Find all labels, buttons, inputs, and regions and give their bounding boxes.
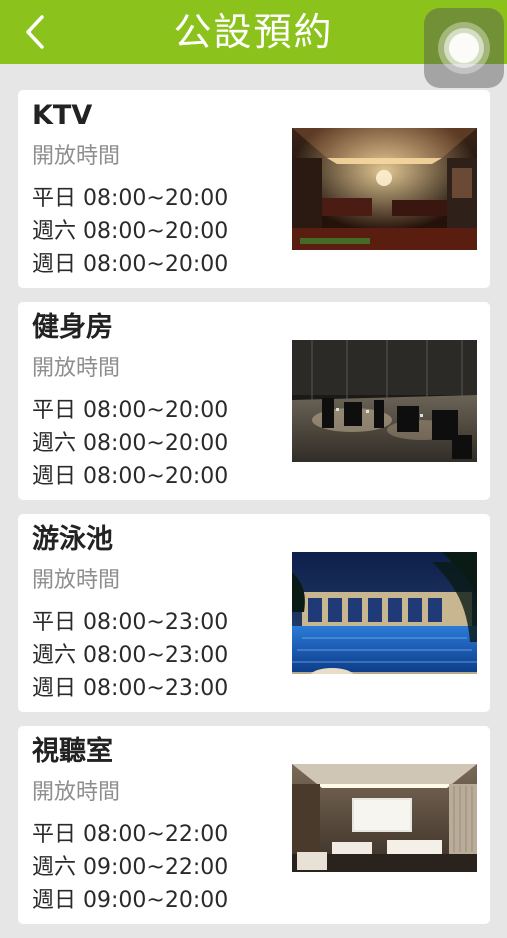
facility-name: 視聽室 [32, 736, 113, 767]
hours-label: 開放時間 [32, 144, 121, 169]
saturday-hours: 週六 09:00~22:00 [32, 855, 229, 880]
facility-card-pool[interactable]: 游泳池 開放時間 平日 08:00~23:00 週六 08:00~23:00 週… [18, 514, 490, 712]
saturday-hours: 週六 08:00~20:00 [32, 219, 229, 244]
sunday-hours: 週日 08:00~23:00 [32, 676, 229, 701]
facility-list: KTV 開放時間 平日 08:00~20:00 週六 08:00~20:00 週… [18, 90, 490, 938]
pool-photo [292, 552, 477, 674]
weekday-hours: 平日 08:00~22:00 [32, 822, 229, 847]
theater-photo [292, 764, 477, 886]
facility-card-gym[interactable]: 健身房 開放時間 平日 08:00~20:00 週六 08:00~20:00 週… [18, 302, 490, 500]
assistive-touch-icon [449, 33, 479, 63]
hours-label: 開放時間 [32, 780, 121, 805]
facility-name: KTV [32, 100, 93, 131]
saturday-hours: 週六 08:00~23:00 [32, 643, 229, 668]
assistive-touch-button[interactable] [424, 8, 504, 88]
weekday-hours: 平日 08:00~20:00 [32, 398, 229, 423]
gym-photo [292, 340, 477, 462]
sunday-hours: 週日 08:00~20:00 [32, 252, 229, 277]
weekday-hours: 平日 08:00~23:00 [32, 610, 229, 635]
weekday-hours: 平日 08:00~20:00 [32, 186, 229, 211]
facility-card-ktv[interactable]: KTV 開放時間 平日 08:00~20:00 週六 08:00~20:00 週… [18, 90, 490, 288]
facility-card-theater[interactable]: 視聽室 開放時間 平日 08:00~22:00 週六 09:00~22:00 週… [18, 726, 490, 924]
facility-name: 健身房 [32, 312, 113, 343]
saturday-hours: 週六 08:00~20:00 [32, 431, 229, 456]
hours-label: 開放時間 [32, 356, 121, 381]
sunday-hours: 週日 08:00~20:00 [32, 464, 229, 489]
ktv-room-photo [292, 128, 477, 250]
hours-label: 開放時間 [32, 568, 121, 593]
facility-name: 游泳池 [32, 524, 113, 555]
sunday-hours: 週日 09:00~20:00 [32, 888, 229, 913]
